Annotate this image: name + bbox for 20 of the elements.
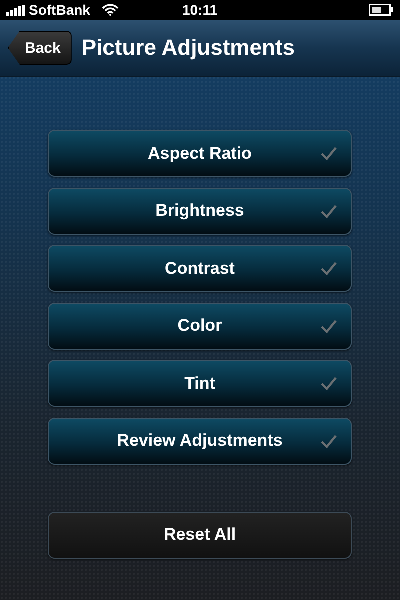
checkmark-icon — [321, 147, 337, 161]
clock-time: 10:11 — [182, 2, 218, 18]
reset-button[interactable]: Reset All — [48, 512, 352, 558]
battery-icon — [369, 4, 394, 16]
menu-button[interactable]: Tint — [48, 360, 352, 407]
menu-button[interactable]: Brightness — [48, 188, 352, 234]
menu-button[interactable]: Review Adjustments — [48, 418, 352, 464]
checkmark-icon — [321, 262, 337, 276]
wifi-icon — [102, 4, 120, 16]
menu-button[interactable]: Aspect Ratio — [48, 130, 352, 177]
carrier-name: SoftBank — [29, 2, 90, 18]
checkmark-icon — [321, 204, 337, 218]
checkmark-icon — [321, 320, 337, 334]
signal-icon — [6, 4, 26, 16]
checkmark-icon — [321, 377, 337, 391]
checkmark-icon — [321, 434, 337, 448]
menu-button[interactable]: Contrast — [48, 245, 352, 292]
screen-title: Picture Adjustments — [82, 35, 295, 61]
menu-button[interactable]: Color — [48, 302, 352, 350]
back-button[interactable]: Back — [8, 31, 72, 65]
